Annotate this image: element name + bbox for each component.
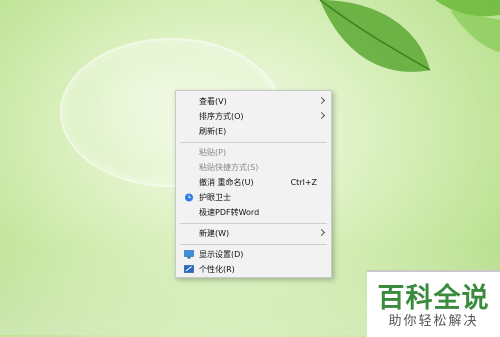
menu-item-sort-by[interactable]: 排序方式(O) [176, 109, 331, 124]
menu-item-paste[interactable]: 粘贴(P) [176, 145, 331, 160]
menu-item-label: 粘贴(P) [199, 148, 227, 157]
menu-item-label: 显示设置(D) [199, 250, 244, 259]
menu-item-label: 极速PDF转Word [199, 208, 260, 217]
watermark-logo: 百科全说 助你轻松解决 [367, 270, 500, 337]
menu-item-pdf-to-word[interactable]: 极速PDF转Word [176, 205, 331, 220]
menu-item-label: 刷新(E) [199, 127, 227, 136]
display-settings-icon [184, 250, 194, 259]
menu-item-new[interactable]: 新建(W) [176, 226, 331, 241]
menu-item-personalize[interactable]: 个性化(R) [176, 262, 331, 277]
menu-item-shortcut: Ctrl+Z [290, 178, 317, 187]
menu-separator [180, 142, 327, 143]
chevron-right-icon [317, 96, 326, 105]
chevron-right-icon [317, 111, 326, 120]
menu-item-undo-rename[interactable]: 撤消 重命名(U) Ctrl+Z [176, 175, 331, 190]
desktop-context-menu: 查看(V) 排序方式(O) 刷新(E) 粘贴(P) 粘贴快捷方式(S) 撤消 重… [175, 90, 332, 278]
menu-item-refresh[interactable]: 刷新(E) [176, 124, 331, 139]
menu-item-label: 排序方式(O) [199, 112, 244, 121]
menu-item-label: 新建(W) [199, 229, 230, 238]
menu-item-label: 个性化(R) [199, 265, 235, 274]
menu-item-view[interactable]: 查看(V) [176, 94, 331, 109]
menu-separator [180, 244, 327, 245]
chevron-right-icon [317, 228, 326, 237]
eye-protection-icon [184, 193, 194, 202]
personalize-icon [184, 265, 194, 273]
menu-item-label: 护眼卫士 [199, 193, 231, 202]
menu-item-display-settings[interactable]: 显示设置(D) [176, 247, 331, 262]
menu-separator [180, 223, 327, 224]
menu-item-label: 粘贴快捷方式(S) [199, 163, 259, 172]
watermark-subtitle: 助你轻松解决 [388, 314, 479, 329]
menu-item-label: 撤消 重命名(U) [199, 178, 254, 187]
menu-item-label: 查看(V) [199, 97, 227, 106]
menu-item-eye-protection[interactable]: 护眼卫士 [176, 190, 331, 205]
menu-item-paste-shortcut[interactable]: 粘贴快捷方式(S) [176, 160, 331, 175]
